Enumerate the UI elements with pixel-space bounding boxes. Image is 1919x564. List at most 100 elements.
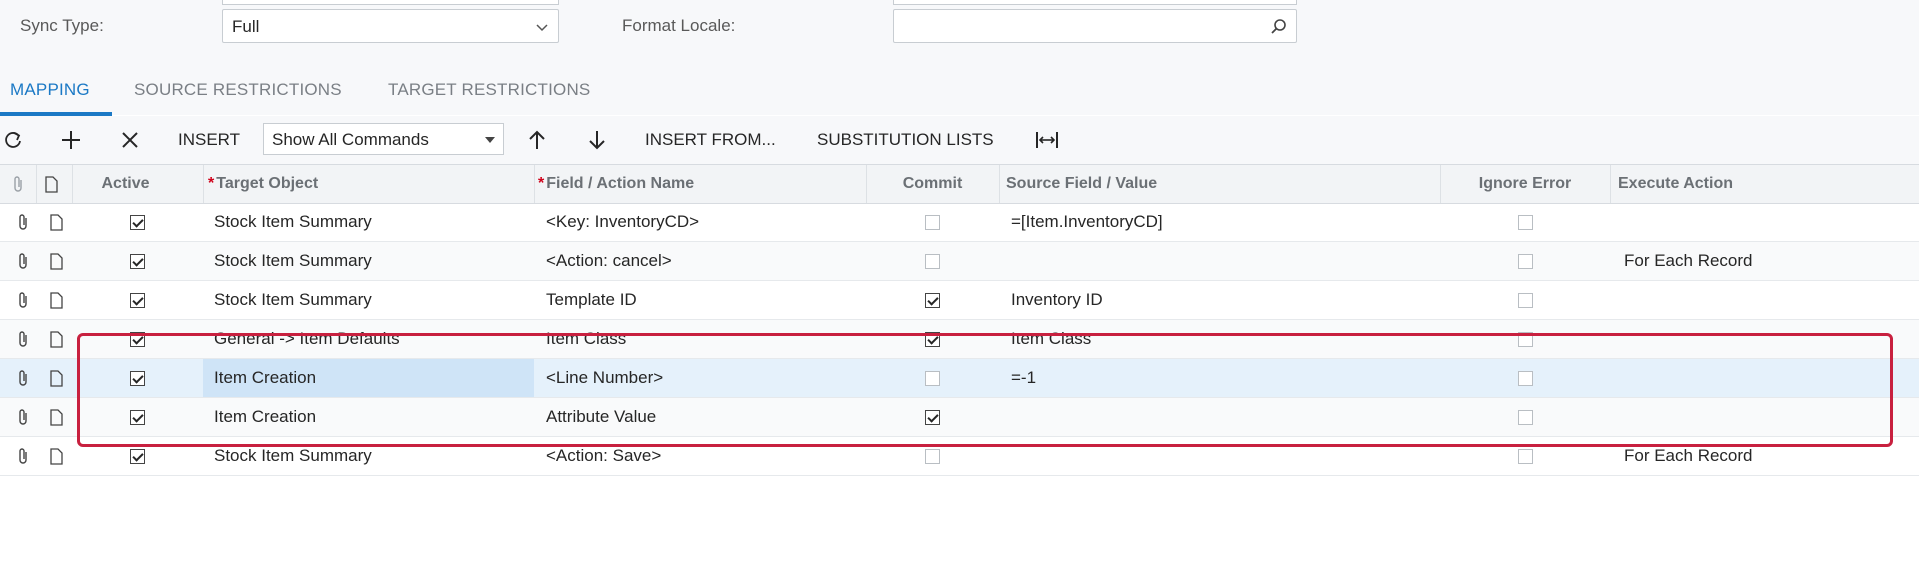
note-icon[interactable] (44, 398, 68, 436)
ignore-error-checkbox[interactable] (1517, 409, 1533, 425)
active-checkbox[interactable] (129, 214, 145, 230)
tab-mapping[interactable]: MAPPING (10, 80, 90, 100)
commit-cell[interactable] (866, 398, 999, 436)
command-filter-select[interactable]: Show All Commands (263, 123, 504, 155)
attachment-icon[interactable] (12, 320, 36, 358)
execute-action-cell[interactable] (1610, 281, 1919, 319)
commit-checkbox[interactable] (925, 370, 940, 386)
source-field-cell[interactable] (999, 437, 1440, 475)
tab-target-restrictions[interactable]: TARGET RESTRICTIONS (388, 80, 590, 100)
ignore-error-checkbox[interactable] (1517, 331, 1533, 347)
ignore-error-checkbox[interactable] (1517, 370, 1533, 386)
field-action-cell[interactable]: <Key: InventoryCD> (534, 203, 866, 241)
ignore-error-cell[interactable] (1440, 242, 1610, 280)
column-header-ignore-error[interactable]: Ignore Error (1440, 165, 1610, 203)
note-icon[interactable] (44, 437, 68, 475)
column-header-commit[interactable]: Commit (866, 165, 999, 203)
target-object-cell[interactable]: Stock Item Summary (203, 281, 534, 319)
field-action-cell[interactable]: <Action: cancel> (534, 242, 866, 280)
commit-cell[interactable] (866, 437, 999, 475)
ignore-error-cell[interactable] (1440, 359, 1610, 397)
substitution-lists-button[interactable]: SUBSTITUTION LISTS (817, 126, 994, 154)
active-checkbox[interactable] (129, 409, 145, 425)
table-row[interactable]: Stock Item Summary <Action: Save> For Each… (0, 437, 1919, 476)
table-row[interactable]: Stock Item Summary <Key: InventoryCD> =[It… (0, 203, 1919, 242)
attachment-icon[interactable] (12, 437, 36, 475)
ignore-error-cell[interactable] (1440, 320, 1610, 358)
ignore-error-cell[interactable] (1440, 281, 1610, 319)
commit-checkbox[interactable] (925, 253, 940, 269)
search-icon[interactable] (1270, 18, 1288, 36)
column-header-execute-action[interactable]: Execute Action (1618, 165, 1918, 203)
column-header-active[interactable]: Active (72, 165, 179, 203)
table-row[interactable]: Item Creation Attribute Value (0, 398, 1919, 437)
field-action-cell[interactable]: Attribute Value (534, 398, 866, 436)
target-object-cell[interactable]: Stock Item Summary (203, 242, 534, 280)
ignore-error-checkbox[interactable] (1517, 214, 1533, 230)
commit-cell[interactable] (866, 242, 999, 280)
attachment-icon[interactable] (12, 359, 36, 397)
active-checkbox[interactable] (129, 253, 145, 269)
active-cell[interactable] (72, 437, 202, 475)
delete-row-icon[interactable] (117, 127, 143, 153)
field-action-cell[interactable]: <Line Number> (534, 359, 866, 397)
refresh-icon[interactable] (0, 127, 26, 153)
source-field-cell[interactable] (999, 398, 1440, 436)
execute-action-cell[interactable] (1610, 203, 1919, 241)
field-action-cell[interactable]: <Action: Save> (534, 437, 866, 475)
target-object-cell[interactable]: Item Creation (203, 359, 534, 397)
ignore-error-checkbox[interactable] (1517, 292, 1533, 308)
target-object-cell[interactable]: Stock Item Summary (203, 203, 534, 241)
target-object-cell[interactable]: General -> Item Defaults (203, 320, 534, 358)
source-field-cell[interactable]: Inventory ID (999, 281, 1440, 319)
commit-checkbox[interactable] (925, 214, 940, 230)
move-down-icon[interactable] (584, 127, 610, 153)
ignore-error-checkbox[interactable] (1517, 448, 1533, 464)
commit-cell[interactable] (866, 281, 999, 319)
table-row[interactable]: Stock Item Summary Template ID Inventory I… (0, 281, 1919, 320)
table-row[interactable]: Stock Item Summary <Action: cancel> For Ea… (0, 242, 1919, 281)
attachment-icon[interactable] (12, 398, 36, 436)
table-row[interactable]: Item Creation <Line Number> =-1 (0, 359, 1919, 398)
execute-action-cell[interactable] (1610, 320, 1919, 358)
source-field-cell[interactable]: =[Item.InventoryCD] (999, 203, 1440, 241)
active-cell[interactable] (72, 398, 202, 436)
move-up-icon[interactable] (524, 127, 550, 153)
commit-checkbox[interactable] (925, 448, 940, 464)
format-locale-input[interactable] (893, 9, 1297, 43)
column-header-field-action[interactable]: * Field / Action Name (538, 165, 866, 203)
commit-cell[interactable] (866, 203, 999, 241)
tab-source-restrictions[interactable]: SOURCE RESTRICTIONS (134, 80, 342, 100)
active-checkbox[interactable] (129, 292, 145, 308)
source-field-cell[interactable]: Item Class (999, 320, 1440, 358)
target-object-cell[interactable]: Item Creation (203, 398, 534, 436)
active-cell[interactable] (72, 320, 202, 358)
active-cell[interactable] (72, 281, 202, 319)
add-row-icon[interactable] (58, 127, 84, 153)
note-icon[interactable] (44, 242, 68, 280)
commit-checkbox[interactable] (925, 409, 940, 425)
execute-action-cell[interactable]: For Each Record (1610, 242, 1919, 280)
table-row[interactable]: General -> Item Defaults Item Class Item C… (0, 320, 1919, 359)
ignore-error-checkbox[interactable] (1517, 253, 1533, 269)
attachment-icon[interactable] (12, 203, 36, 241)
attachment-icon[interactable] (12, 281, 36, 319)
field-action-cell[interactable]: Template ID (534, 281, 866, 319)
source-field-cell[interactable]: =-1 (999, 359, 1440, 397)
source-field-cell[interactable] (999, 242, 1440, 280)
note-icon[interactable] (44, 359, 68, 397)
note-icon[interactable] (44, 320, 68, 358)
attachment-icon[interactable] (12, 242, 36, 280)
execute-action-cell[interactable]: For Each Record (1610, 437, 1919, 475)
insert-button[interactable]: INSERT (178, 126, 240, 154)
ignore-error-cell[interactable] (1440, 398, 1610, 436)
note-icon[interactable] (44, 281, 68, 319)
commit-checkbox[interactable] (925, 331, 940, 347)
active-checkbox[interactable] (129, 370, 145, 386)
commit-checkbox[interactable] (925, 292, 940, 308)
commit-cell[interactable] (866, 359, 999, 397)
ignore-error-cell[interactable] (1440, 203, 1610, 241)
fit-columns-icon[interactable] (1034, 127, 1060, 153)
active-cell[interactable] (72, 359, 202, 397)
active-checkbox[interactable] (129, 331, 145, 347)
